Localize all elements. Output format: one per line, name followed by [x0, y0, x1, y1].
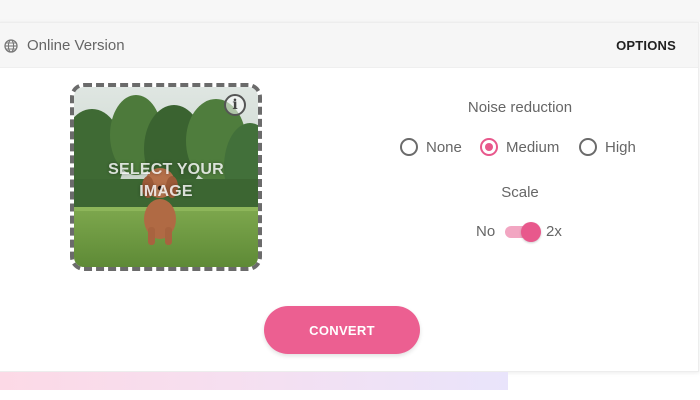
- convert-button[interactable]: CONVERT: [264, 306, 420, 354]
- top-strip: [0, 0, 700, 22]
- radio-medium-indicator[interactable]: [480, 138, 498, 156]
- select-image-line2: IMAGE: [139, 183, 193, 200]
- radio-high-label: High: [605, 138, 636, 156]
- radio-medium[interactable]: Medium: [480, 136, 559, 158]
- scale-title: Scale: [501, 184, 539, 201]
- scale-on-label: 2x: [546, 223, 562, 240]
- info-icon[interactable]: i: [224, 94, 246, 116]
- radio-none-indicator[interactable]: [400, 138, 418, 156]
- radio-none[interactable]: None: [400, 136, 462, 158]
- panel-header: Online Version OPTIONS: [0, 23, 698, 68]
- version-label: Online Version: [27, 37, 125, 54]
- toggle-knob: [521, 222, 541, 242]
- radio-high-indicator[interactable]: [579, 138, 597, 156]
- radio-high[interactable]: High: [579, 136, 636, 158]
- bottom-gradient-bar: [0, 372, 508, 390]
- globe-icon: [4, 39, 18, 53]
- noise-reduction-title: Noise reduction: [467, 99, 573, 116]
- radio-none-label: None: [426, 138, 462, 156]
- options-link[interactable]: OPTIONS: [616, 38, 676, 53]
- select-image-line1: SELECT YOUR: [108, 161, 224, 178]
- scale-off-label: No: [476, 223, 496, 240]
- radio-medium-label: Medium: [506, 138, 560, 156]
- scale-toggle[interactable]: [503, 222, 541, 242]
- select-image-text: SELECT YOUR IMAGE: [74, 159, 258, 203]
